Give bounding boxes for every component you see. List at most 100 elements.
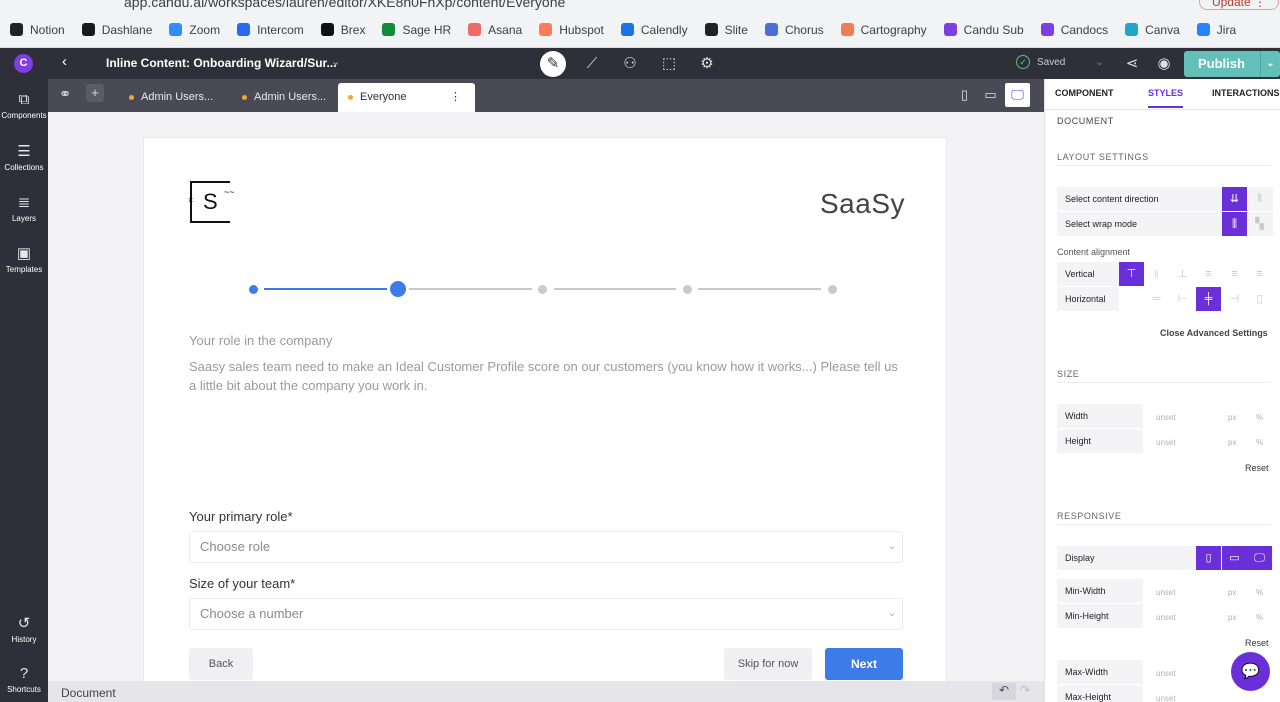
responsive-heading[interactable]: RESPONSIVE xyxy=(1057,511,1122,521)
direction-horizontal-icon[interactable]: ⫴ xyxy=(1247,187,1272,211)
max-height-input[interactable]: unset xyxy=(1156,694,1176,702)
h-align-center-icon[interactable]: ╪ xyxy=(1196,287,1221,311)
rail-templates[interactable]: ▣ Templates xyxy=(0,244,48,274)
variants-icon[interactable]: ⚭ xyxy=(53,84,77,106)
team-size-select[interactable]: Choose a number ⌄ xyxy=(189,598,903,630)
h-align-stretch-icon[interactable]: ═ xyxy=(1144,287,1169,311)
bookmark-item[interactable]: Slite xyxy=(704,23,748,37)
role-select[interactable]: Choose role ⌄ xyxy=(189,531,903,563)
placement-icon[interactable]: ⬚ xyxy=(657,53,681,75)
display-tablet-icon[interactable]: ▭ xyxy=(1222,546,1247,570)
back-icon[interactable]: ‹ xyxy=(62,53,67,70)
bookmark-item[interactable]: Candocs xyxy=(1040,23,1108,37)
bookmark-item[interactable]: Zoom xyxy=(169,23,220,37)
bookmark-item[interactable]: Candu Sub xyxy=(943,23,1024,37)
align-start-icon[interactable]: ≡ xyxy=(1196,262,1221,286)
unit-px[interactable]: px xyxy=(1228,588,1236,597)
tab-component[interactable]: COMPONENT xyxy=(1055,88,1114,98)
settings-gear-icon[interactable]: ⚙ xyxy=(695,53,719,75)
h-align-space-icon[interactable]: ▯ xyxy=(1247,287,1272,311)
audience-icon[interactable]: ⚇ xyxy=(618,53,642,75)
bookmark-item[interactable]: Calendly xyxy=(620,23,688,37)
candu-logo-icon[interactable]: C xyxy=(14,54,33,73)
display-desktop-icon[interactable]: 🖵 xyxy=(1247,546,1272,570)
bookmark-item[interactable]: Canva xyxy=(1125,23,1180,37)
bookmark-item[interactable]: Jira xyxy=(1196,23,1236,37)
desktop-view-icon[interactable]: 🖵 xyxy=(1005,83,1030,107)
bookmark-item[interactable]: Brex xyxy=(320,23,365,37)
tab-styles[interactable]: STYLES xyxy=(1148,88,1184,108)
close-advanced-settings-link[interactable]: Close Advanced Settings xyxy=(1160,328,1268,338)
bookmark-item[interactable]: Dashlane xyxy=(81,23,152,37)
align-center-icon[interactable]: ≡ xyxy=(1222,262,1247,286)
unit-percent[interactable]: % xyxy=(1256,438,1263,447)
chat-launcher-icon[interactable]: 💬 xyxy=(1231,652,1270,691)
tab-interactions[interactable]: INTERACTIONS xyxy=(1212,88,1280,98)
saved-status[interactable]: ✓ Saved ⌄ xyxy=(1016,55,1104,69)
size-heading[interactable]: SIZE xyxy=(1057,369,1079,379)
direction-vertical-icon[interactable]: ⇊ xyxy=(1222,187,1247,211)
rail-layers[interactable]: ≣ Layers xyxy=(0,193,48,223)
unit-px[interactable]: px xyxy=(1228,413,1236,422)
add-tab-icon[interactable]: + xyxy=(86,84,104,102)
breadcrumb-document[interactable]: Document xyxy=(61,686,116,700)
rail-components[interactable]: ⧉ Components xyxy=(0,91,48,120)
rail-shortcuts[interactable]: ? Shortcuts xyxy=(0,665,48,694)
browser-url-bar[interactable]: app.candu.ai/workspaces/lauren/editor/XK… xyxy=(0,0,1280,12)
rail-history[interactable]: ↺ History xyxy=(0,614,48,644)
layout-settings-heading[interactable]: LAYOUT SETTINGS xyxy=(1057,152,1149,162)
bookmark-item[interactable]: Sage HR xyxy=(382,23,451,37)
update-button[interactable]: Update ⋮ xyxy=(1199,0,1279,10)
width-input[interactable]: unset xyxy=(1156,413,1176,422)
h-align-left-icon[interactable]: ⊢ xyxy=(1170,287,1195,311)
size-reset-link[interactable]: Reset xyxy=(1245,463,1269,473)
tab-menu-icon[interactable]: ⋮ xyxy=(450,83,461,112)
wrap-icon[interactable]: ▚ xyxy=(1247,212,1272,236)
align-middle-icon[interactable]: ⫲ xyxy=(1144,262,1169,286)
tab-everyone[interactable]: Everyone ⋮ xyxy=(338,83,475,112)
bookmark-item[interactable]: Cartography xyxy=(840,23,927,37)
tab-admin-users-2[interactable]: Admin Users... xyxy=(232,83,326,112)
min-width-input[interactable]: unset xyxy=(1156,588,1176,597)
publish-dropdown-icon[interactable]: ⌄ xyxy=(1260,51,1280,77)
align-top-icon[interactable]: ⊤ xyxy=(1119,262,1144,286)
analytics-icon[interactable]: ⟋ xyxy=(580,53,604,75)
next-button[interactable]: Next xyxy=(825,648,903,680)
bookmark-item[interactable]: Notion xyxy=(10,23,65,37)
edit-pencil-icon[interactable]: ✎ xyxy=(540,51,566,77)
align-bottom-icon[interactable]: ⊥ xyxy=(1170,262,1195,286)
mobile-view-icon[interactable]: ▯ xyxy=(952,83,977,107)
bookmark-item[interactable]: Chorus xyxy=(764,23,824,37)
rail-collections[interactable]: ☰ Collections xyxy=(0,142,48,172)
unit-px[interactable]: px xyxy=(1228,438,1236,447)
nowrap-icon[interactable]: ⫼ xyxy=(1222,212,1247,236)
min-height-input[interactable]: unset xyxy=(1156,613,1176,622)
max-width-input[interactable]: unset xyxy=(1156,669,1176,678)
display-mobile-icon[interactable]: ▯ xyxy=(1196,546,1221,570)
h-align-right-icon[interactable]: ⊣ xyxy=(1222,287,1247,311)
document-breadcrumb[interactable]: DOCUMENT xyxy=(1057,116,1114,126)
content-title[interactable]: Inline Content: Onboarding Wizard/Sur... xyxy=(106,56,337,70)
skip-button[interactable]: Skip for now xyxy=(724,648,812,680)
bookmark-item[interactable]: Hubspot xyxy=(539,23,604,37)
preview-eye-icon[interactable]: ◉ xyxy=(1152,53,1176,75)
undo-icon[interactable]: ↶ xyxy=(992,683,1016,700)
chevron-down-icon[interactable]: ⌄ xyxy=(331,55,340,68)
unit-percent[interactable]: % xyxy=(1256,588,1263,597)
url-text[interactable]: app.candu.ai/workspaces/lauren/editor/XK… xyxy=(124,0,565,10)
redo-icon[interactable]: ↷ xyxy=(1020,683,1030,697)
bookmark-item[interactable]: Intercom xyxy=(237,23,304,37)
unit-px[interactable]: px xyxy=(1228,613,1236,622)
tab-label: Admin Users... xyxy=(141,91,214,103)
height-input[interactable]: unset xyxy=(1156,438,1176,447)
share-icon[interactable]: ⋖ xyxy=(1120,53,1144,75)
unit-percent[interactable]: % xyxy=(1256,613,1263,622)
responsive-reset-link[interactable]: Reset xyxy=(1245,638,1269,648)
unit-percent[interactable]: % xyxy=(1256,413,1263,422)
bookmark-item[interactable]: Asana xyxy=(468,23,522,37)
tab-admin-users-1[interactable]: Admin Users... xyxy=(119,83,213,112)
align-end-icon[interactable]: ≡ xyxy=(1247,262,1272,286)
tablet-view-icon[interactable]: ▭ xyxy=(978,83,1003,107)
back-button[interactable]: Back xyxy=(189,648,253,680)
publish-button[interactable]: Publish ⌄ xyxy=(1184,51,1280,77)
